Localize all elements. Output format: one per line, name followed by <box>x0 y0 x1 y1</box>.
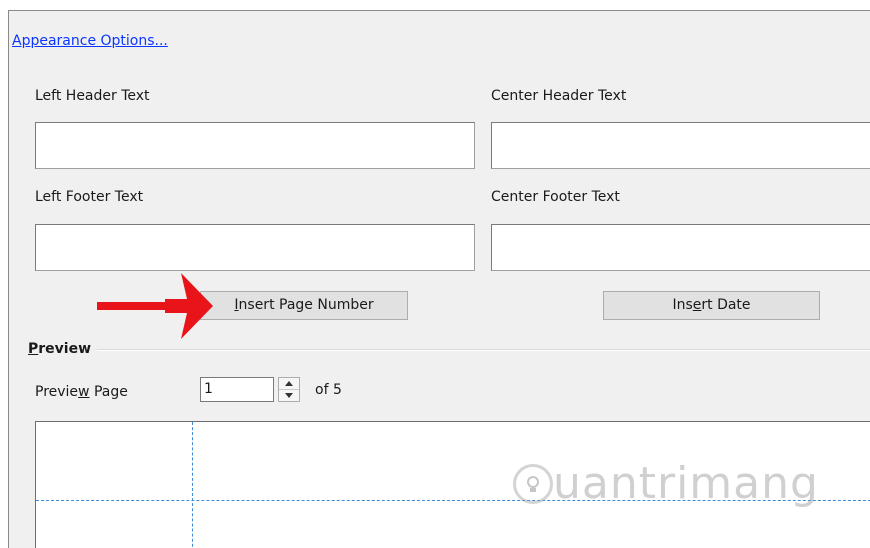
preview-section-title: Preview <box>28 341 91 357</box>
left-margin-guide <box>192 422 193 548</box>
insert-page-number-label-post: nsert Page Number <box>238 297 374 313</box>
appearance-options-link[interactable]: Appearance Options... <box>12 33 168 49</box>
center-footer-input[interactable] <box>491 224 870 271</box>
preview-page-label-post: Page <box>89 384 128 400</box>
preview-page-input[interactable]: 1 <box>200 377 274 402</box>
left-footer-label: Left Footer Text <box>35 189 144 205</box>
spin-down-button[interactable] <box>279 389 299 401</box>
preview-page-label: Preview Page <box>35 384 128 400</box>
preview-page-mnemonic: w <box>78 384 90 400</box>
insert-page-number-button[interactable]: Insert Page Number <box>200 291 408 320</box>
insert-date-label-post: rt Date <box>701 297 751 313</box>
watermark: uantrimang <box>513 458 819 509</box>
lightbulb-logo-icon <box>513 463 553 504</box>
preview-title-rest: review <box>38 341 92 357</box>
chevron-down-icon <box>285 393 293 398</box>
preview-page-label-pre: Previe <box>35 384 79 400</box>
insert-date-label-pre: Ins <box>672 297 693 313</box>
watermark-text: uantrimang <box>553 458 819 509</box>
preview-divider <box>97 349 870 351</box>
header-footer-dialog: Appearance Options... Left Header Text C… <box>8 10 870 548</box>
preview-page-total: of 5 <box>315 382 342 398</box>
preview-title-mnemonic: P <box>28 341 39 357</box>
center-header-label: Center Header Text <box>491 88 627 104</box>
left-header-label: Left Header Text <box>35 88 150 104</box>
center-footer-label: Center Footer Text <box>491 189 620 205</box>
spin-up-button[interactable] <box>279 378 299 389</box>
left-header-input[interactable] <box>35 122 475 169</box>
preview-pane: uantrimang <box>35 421 870 548</box>
preview-page-spinner[interactable] <box>278 377 300 402</box>
chevron-up-icon <box>285 381 293 386</box>
center-header-input[interactable] <box>491 122 870 169</box>
red-arrow-icon <box>97 273 213 339</box>
left-footer-input[interactable] <box>35 224 475 271</box>
insert-date-button[interactable]: Insert Date <box>603 291 820 320</box>
